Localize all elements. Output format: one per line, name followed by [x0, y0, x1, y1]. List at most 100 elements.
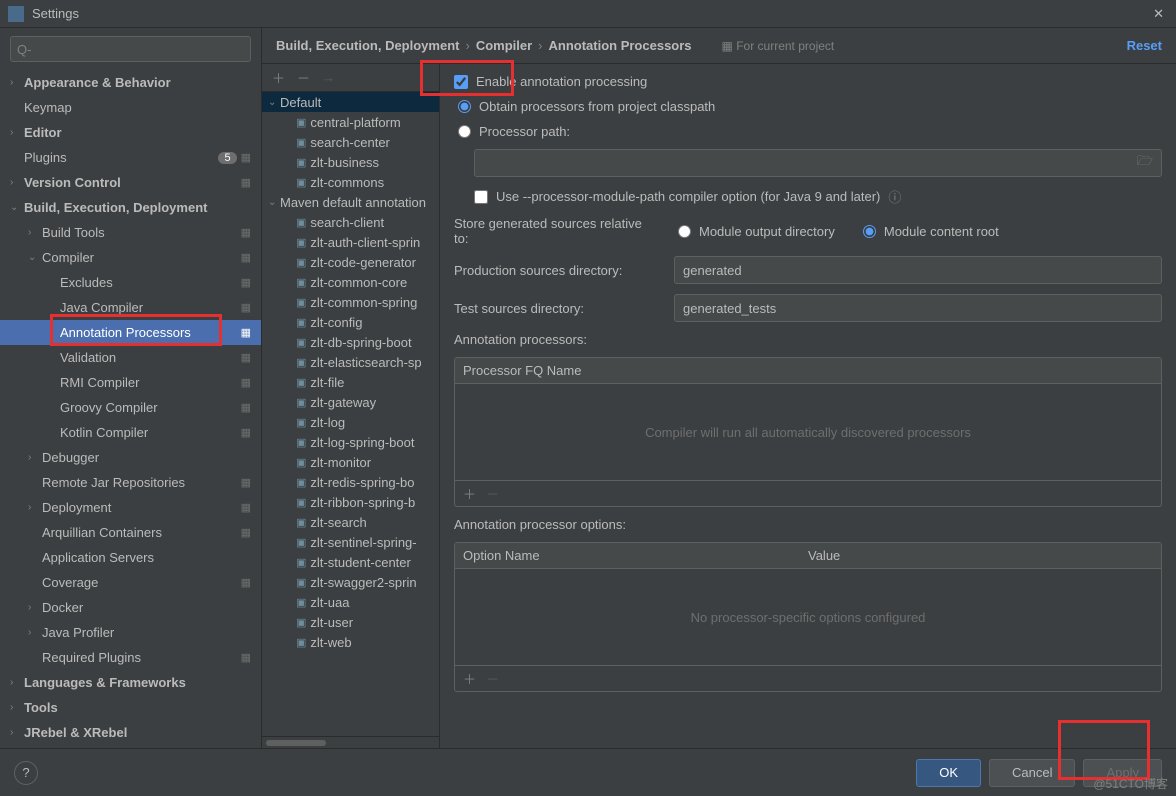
table-column: Value	[808, 548, 1153, 563]
add-processor-icon[interactable]: ＋	[463, 484, 476, 503]
module-path-checkbox[interactable]: Use --processor-module-path compiler opt…	[474, 187, 1162, 206]
profile-item[interactable]: ▣zlt-commons	[262, 172, 439, 192]
prod-dir-label: Production sources directory:	[454, 263, 654, 278]
table-empty-text: Compiler will run all automatically disc…	[455, 384, 1161, 480]
profile-item[interactable]: ▣zlt-uaa	[262, 592, 439, 612]
sidebar-item[interactable]: Validation▦	[0, 345, 261, 370]
profile-item[interactable]: ▣zlt-web	[262, 632, 439, 652]
breadcrumb: Build, Execution, Deployment › Compiler …	[262, 28, 1176, 64]
module-output-radio[interactable]: Module output directory	[674, 224, 835, 239]
table-column: Option Name	[463, 548, 808, 563]
sidebar-item[interactable]: ›Editor	[0, 120, 261, 145]
profile-item[interactable]: ▣zlt-config	[262, 312, 439, 332]
sidebar-item[interactable]: ⌄Compiler▦	[0, 245, 261, 270]
browse-icon[interactable]: 🗁	[1137, 152, 1153, 174]
profile-item[interactable]: ▣zlt-business	[262, 152, 439, 172]
processor-path-radio[interactable]: Processor path:	[454, 124, 1162, 139]
annotation-processors-label: Annotation processors:	[454, 332, 1162, 347]
profile-item[interactable]: ▣zlt-search	[262, 512, 439, 532]
sidebar-item[interactable]: Kotlin Compiler▦	[0, 420, 261, 445]
help-button[interactable]: ?	[14, 761, 38, 785]
processor-options-table: Option Name Value No processor-specific …	[454, 542, 1162, 692]
sidebar-item[interactable]: RMI Compiler▦	[0, 370, 261, 395]
profiles-tree: ⌄Default▣central-platform▣search-center▣…	[262, 92, 439, 736]
profile-item[interactable]: ⌄Default	[262, 92, 439, 112]
enable-annotation-checkbox[interactable]: Enable annotation processing	[454, 74, 1162, 89]
breadcrumb-item[interactable]: Build, Execution, Deployment	[276, 38, 459, 53]
sidebar-item[interactable]: Keymap	[0, 95, 261, 120]
sidebar-item[interactable]: ›Java Profiler	[0, 620, 261, 645]
sidebar-item[interactable]: ›Languages & Frameworks	[0, 670, 261, 695]
profile-item[interactable]: ⌄Maven default annotation	[262, 192, 439, 212]
profile-item[interactable]: ▣zlt-auth-client-sprin	[262, 232, 439, 252]
sidebar-item[interactable]: ›Version Control▦	[0, 170, 261, 195]
settings-tree: ›Appearance & BehaviorKeymap›EditorPlugi…	[0, 70, 261, 748]
sidebar-item[interactable]: ›Tools	[0, 695, 261, 720]
prod-dir-field[interactable]: generated	[674, 256, 1162, 284]
profile-item[interactable]: ▣search-center	[262, 132, 439, 152]
profile-item[interactable]: ▣zlt-gateway	[262, 392, 439, 412]
profile-item[interactable]: ▣zlt-monitor	[262, 452, 439, 472]
add-profile-icon[interactable]: ＋	[272, 68, 285, 87]
profile-item[interactable]: ▣zlt-code-generator	[262, 252, 439, 272]
module-content-radio[interactable]: Module content root	[859, 224, 999, 239]
sidebar-item[interactable]: Excludes▦	[0, 270, 261, 295]
profile-item[interactable]: ▣zlt-log-spring-boot	[262, 432, 439, 452]
title-bar: Settings ✕	[0, 0, 1176, 28]
sidebar-item[interactable]: Groovy Compiler▦	[0, 395, 261, 420]
search-input[interactable]: Q-	[10, 36, 251, 62]
sidebar-item[interactable]: ⌄Build, Execution, Deployment	[0, 195, 261, 220]
breadcrumb-item: Annotation Processors	[549, 38, 692, 53]
processor-path-field[interactable]: 🗁	[474, 149, 1162, 177]
sidebar-item[interactable]: Annotation Processors▦	[0, 320, 261, 345]
horizontal-scrollbar[interactable]	[262, 736, 439, 748]
profile-item[interactable]: ▣zlt-common-spring	[262, 292, 439, 312]
sidebar-item[interactable]: Application Servers	[0, 545, 261, 570]
profile-item[interactable]: ▣zlt-common-core	[262, 272, 439, 292]
sidebar-item[interactable]: ›JRebel & XRebel	[0, 720, 261, 745]
sidebar-item[interactable]: Arquillian Containers▦	[0, 520, 261, 545]
table-empty-text: No processor-specific options configured	[455, 569, 1161, 665]
sidebar-item[interactable]: ›Debugger	[0, 445, 261, 470]
move-profile-icon: →	[322, 70, 335, 85]
profiles-panel: ＋ － → ⌄Default▣central-platform▣search-c…	[262, 64, 440, 748]
profile-item[interactable]: ▣zlt-redis-spring-bo	[262, 472, 439, 492]
profile-item[interactable]: ▣zlt-swagger2-sprin	[262, 572, 439, 592]
profile-item[interactable]: ▣zlt-log	[262, 412, 439, 432]
settings-panel: Enable annotation processing Obtain proc…	[440, 64, 1176, 748]
sidebar-item[interactable]: Plugins5▦	[0, 145, 261, 170]
sidebar-item[interactable]: ›Appearance & Behavior	[0, 70, 261, 95]
sidebar-item[interactable]: ›Docker	[0, 595, 261, 620]
sidebar-item[interactable]: Coverage▦	[0, 570, 261, 595]
ok-button[interactable]: OK	[916, 759, 981, 787]
profile-item[interactable]: ▣zlt-sentinel-spring-	[262, 532, 439, 552]
project-scope-note: For current project	[722, 39, 835, 53]
close-icon[interactable]: ✕	[1149, 6, 1168, 22]
sidebar-item[interactable]: Remote Jar Repositories▦	[0, 470, 261, 495]
profile-item[interactable]: ▣zlt-ribbon-spring-b	[262, 492, 439, 512]
add-option-icon[interactable]: ＋	[463, 669, 476, 688]
test-dir-field[interactable]: generated_tests	[674, 294, 1162, 322]
help-icon[interactable]: ⓘ	[888, 187, 901, 206]
annotation-processors-table: Processor FQ Name Compiler will run all …	[454, 357, 1162, 507]
sidebar-item[interactable]: ›Build Tools▦	[0, 220, 261, 245]
profile-item[interactable]: ▣central-platform	[262, 112, 439, 132]
profile-item[interactable]: ▣zlt-elasticsearch-sp	[262, 352, 439, 372]
test-dir-label: Test sources directory:	[454, 301, 654, 316]
profile-item[interactable]: ▣zlt-file	[262, 372, 439, 392]
sidebar-item[interactable]: Required Plugins▦	[0, 645, 261, 670]
remove-profile-icon[interactable]: －	[297, 68, 310, 87]
obtain-classpath-radio[interactable]: Obtain processors from project classpath	[454, 99, 1162, 114]
profile-item[interactable]: ▣zlt-db-spring-boot	[262, 332, 439, 352]
sidebar-item[interactable]: Java Compiler▦	[0, 295, 261, 320]
sidebar: Q- ›Appearance & BehaviorKeymap›EditorPl…	[0, 28, 262, 748]
profile-item[interactable]: ▣zlt-student-center	[262, 552, 439, 572]
breadcrumb-item[interactable]: Compiler	[476, 38, 532, 53]
sidebar-item[interactable]: ›Deployment▦	[0, 495, 261, 520]
cancel-button[interactable]: Cancel	[989, 759, 1075, 787]
profile-item[interactable]: ▣search-client	[262, 212, 439, 232]
store-label: Store generated sources relative to:	[454, 216, 654, 246]
apply-button[interactable]: Apply	[1083, 759, 1162, 787]
profile-item[interactable]: ▣zlt-user	[262, 612, 439, 632]
reset-link[interactable]: Reset	[1127, 38, 1162, 53]
